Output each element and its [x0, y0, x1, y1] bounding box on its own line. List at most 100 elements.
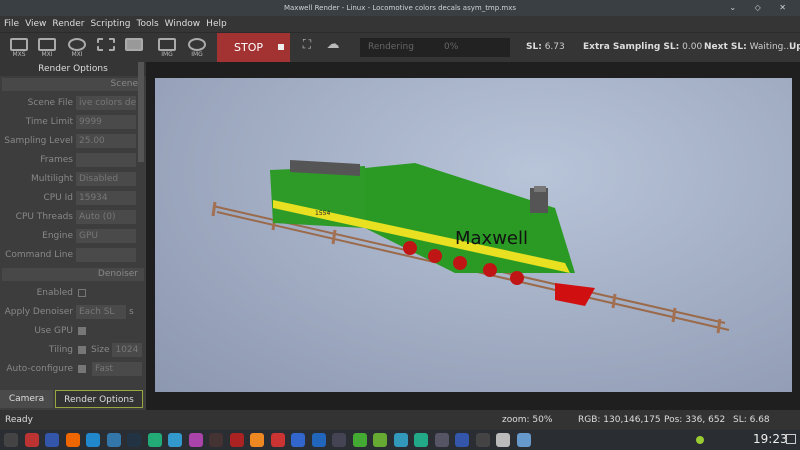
taskbar-app-icon[interactable]	[4, 433, 18, 447]
denoiser-section-header[interactable]: Denoiser	[2, 268, 144, 281]
region-button[interactable]: ⛶	[296, 37, 318, 57]
disk-icon	[188, 38, 206, 51]
menu-scripting[interactable]: Scripting	[90, 16, 130, 32]
open-mxi-button[interactable]: MXI	[36, 37, 58, 58]
panel-title: Render Options	[0, 62, 146, 76]
svg-text:1554: 1554	[315, 210, 330, 217]
menu-tools[interactable]: Tools	[137, 16, 159, 32]
taskbar-app-icon[interactable]	[229, 433, 244, 447]
save-img-button[interactable]: IMG	[186, 37, 208, 58]
tab-render-options[interactable]: Render Options	[55, 390, 143, 408]
taskbar-app-icon[interactable]	[393, 433, 408, 447]
taskbar-app-icon[interactable]	[65, 433, 80, 447]
panel-scrollbar[interactable]	[138, 62, 144, 162]
region-icon: ⛶	[302, 37, 312, 51]
field-input[interactable]: 9999	[76, 114, 136, 129]
tile-size-input[interactable]: 1024	[112, 342, 143, 357]
show-desktop-icon[interactable]	[786, 434, 796, 444]
taskbar-app-icon[interactable]	[127, 433, 141, 447]
menu-render[interactable]: Render	[52, 16, 84, 32]
field-input[interactable]	[76, 152, 136, 167]
split-icon	[97, 38, 115, 51]
taskbar-app-icon[interactable]	[291, 433, 305, 447]
taskbar-app-icon[interactable]	[352, 433, 367, 447]
apply-denoiser-label: Apply Denoiser	[4, 306, 73, 317]
taskbar-app-icon[interactable]	[475, 433, 490, 447]
folder-icon	[10, 38, 28, 51]
field-input[interactable]	[76, 247, 136, 262]
taskbar-app-icon[interactable]	[168, 433, 182, 447]
scene-field-row: Sampling Level 25.00	[0, 131, 146, 150]
field-input[interactable]: 25.00	[76, 133, 136, 148]
taskbar-app-icon[interactable]	[414, 433, 428, 447]
field-label: Sampling Level	[4, 135, 73, 146]
taskbar-app-icon[interactable]	[45, 433, 59, 447]
stop-square-icon	[278, 44, 284, 50]
window-title: Maxwell Render - Linux - Locomotive colo…	[283, 4, 517, 12]
taskbar-app-icon[interactable]	[86, 433, 100, 447]
scene-field-row: Scene Fileive colors decals	[0, 93, 146, 112]
scene-section-header[interactable]: Scene	[2, 78, 144, 91]
title-bar: Maxwell Render - Linux - Locomotive colo…	[0, 0, 800, 16]
menu-window[interactable]: Window	[165, 16, 201, 32]
rgb-readout: RGB: 130,146,175	[578, 415, 661, 425]
clock[interactable]: 19:23	[753, 432, 788, 446]
open-mxs-button[interactable]: MXS	[8, 37, 30, 58]
taskbar-app-icon[interactable]	[434, 433, 449, 447]
taskbar-app-icon[interactable]	[188, 433, 203, 447]
next-sl-readout: Next SL: Waiting...	[704, 42, 792, 52]
taskbar-app-icon[interactable]	[24, 433, 39, 447]
field-input[interactable]: Auto (0)	[76, 209, 136, 224]
sl-readout: SL: 6.73	[526, 42, 565, 52]
field-input[interactable]: GPU	[76, 228, 136, 243]
cowcatcher	[555, 283, 595, 306]
status-text: Ready	[5, 415, 33, 425]
scene-field-row: Multilight Disabled	[0, 169, 146, 188]
field-label: Frames	[40, 154, 73, 165]
apply-denoiser-select[interactable]: Each SL	[76, 304, 126, 319]
field-input[interactable]: 15934	[76, 190, 136, 205]
enabled-label: Enabled	[36, 287, 73, 298]
open-img-button[interactable]: IMG	[156, 37, 178, 58]
menu-file[interactable]: File	[4, 16, 19, 32]
tiling-checkbox[interactable]	[78, 345, 86, 354]
menu-view[interactable]: View	[25, 16, 46, 32]
compare-button[interactable]	[123, 37, 145, 57]
stop-button[interactable]: STOP	[217, 33, 290, 62]
taskbar-app-icon[interactable]	[455, 433, 469, 447]
taskbar-app-icon[interactable]	[332, 433, 346, 447]
boiler	[365, 163, 575, 273]
auto-configure-checkbox[interactable]	[78, 364, 86, 373]
render-options-panel: Render Options Scene Scene File ive color…	[0, 62, 146, 410]
taskbar-app-icon[interactable]	[147, 433, 162, 447]
save-mxi-button[interactable]: MXI	[66, 37, 88, 58]
field-label: Scene File	[27, 97, 73, 108]
field-input[interactable]: ive colors decals	[76, 95, 136, 110]
menu-help[interactable]: Help	[206, 16, 227, 32]
use-gpu-checkbox[interactable]	[78, 326, 86, 335]
window-controls[interactable]: ⌄ ◇ ✕	[729, 0, 794, 16]
tab-camera[interactable]: Camera	[0, 390, 53, 408]
taskbar-app-icon[interactable]	[311, 433, 326, 447]
menu-bar: File View Render Scripting Tools Window …	[0, 16, 800, 32]
scene-field-row: CPU Threads Auto (0)	[0, 207, 146, 226]
enabled-checkbox[interactable]	[78, 288, 86, 297]
upload-button[interactable]: ☁	[322, 37, 344, 57]
network-status-icon[interactable]	[696, 436, 704, 444]
taskbar-app-icon[interactable]	[270, 433, 285, 447]
taskbar-app-icon[interactable]	[209, 433, 223, 447]
field-label: Multilight	[31, 173, 73, 184]
taskbar-app-icon[interactable]	[496, 433, 510, 447]
field-label: Time Limit	[25, 116, 73, 127]
field-input[interactable]: Disabled	[76, 171, 136, 186]
cloud-upload-icon: ☁	[326, 37, 340, 52]
split-button[interactable]	[95, 37, 117, 57]
taskbar-app-icon[interactable]	[516, 433, 531, 447]
taskbar-app-icon[interactable]	[250, 433, 264, 447]
status-bar: Ready zoom: 50% RGB: 130,146,175 Pos: 33…	[0, 410, 800, 430]
taskbar-app-icon[interactable]	[106, 433, 121, 447]
taskbar-app-icon[interactable]	[373, 433, 387, 447]
render-viewport[interactable]: Maxwell 1554	[155, 78, 792, 392]
tiling-label: Tiling	[48, 344, 73, 355]
auto-configure-select[interactable]: Fast	[92, 361, 142, 376]
